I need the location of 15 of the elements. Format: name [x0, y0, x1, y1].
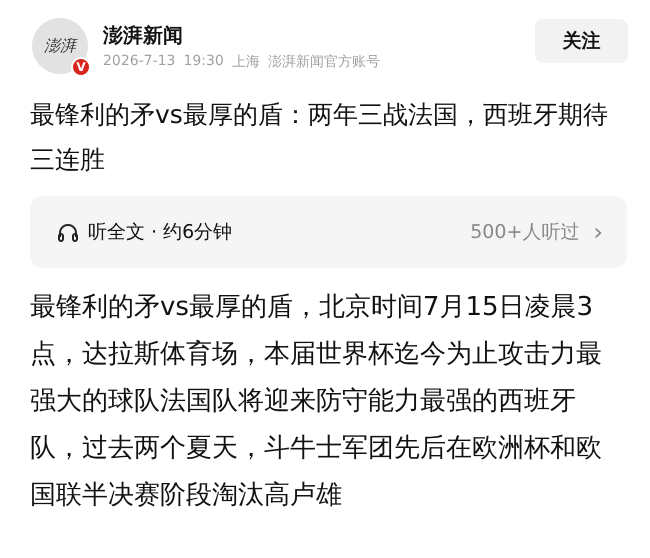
avatar-logo[interactable]: 澎湃 V — [32, 18, 88, 74]
listener-count: 500+人听过 — [470, 220, 580, 245]
article-title: 最锋利的矛vs最厚的盾：两年三战法国，西班牙期待三连胜 — [30, 99, 609, 176]
follow-button[interactable]: 关注 — [535, 19, 628, 63]
account-type: 澎湃新闻官方账号 — [268, 52, 380, 70]
author-name[interactable]: 澎湃新闻 — [103, 22, 520, 48]
post-time: 19:30 — [183, 52, 224, 70]
listen-label: 听全文 · 约6分钟 — [88, 220, 234, 245]
post-date: 2026-7-13 — [103, 52, 176, 70]
listen-bar[interactable]: 听全文 · 约6分钟 500+人听过 › — [30, 196, 627, 268]
post-location: 上海 — [232, 52, 260, 70]
chevron-icon: › — [593, 218, 603, 246]
logo-text: 澎湃 — [44, 36, 76, 56]
article-paragraph: 最锋利的矛vs最厚的盾，北京时间7月15日凌晨3点，达拉斯体育场，本届世界杯迄今为止攻击力最强大的球队法国队将迎来防守能力最强的西班牙队，过去两个夏天，斗牛士军团先后在欧洲杯和欧国联半决赛阶段淘汰高卢雄 — [30, 291, 603, 512]
verified-badge: V — [71, 57, 91, 77]
